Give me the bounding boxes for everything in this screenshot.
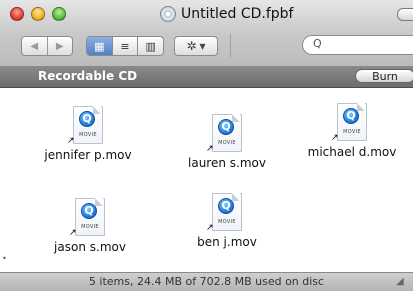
forward-arrow-icon[interactable]: ▶ bbox=[48, 41, 73, 52]
resize-grip-icon[interactable]: ◢ bbox=[396, 276, 404, 287]
view-mode-control: ▦ ≡ ▥ bbox=[86, 36, 164, 56]
movie-caption: MOVIE bbox=[79, 132, 97, 138]
file-item[interactable]: Q MOVIE ↗ jennifer p.mov bbox=[33, 106, 143, 162]
file-name: jennifer p.mov bbox=[44, 148, 132, 162]
file-item[interactable]: Q MOVIE ↗ ben j.mov bbox=[172, 193, 282, 249]
cd-icon bbox=[160, 6, 176, 22]
movie-file-icon: Q MOVIE ↗ bbox=[331, 103, 367, 143]
doc-fold bbox=[232, 114, 240, 122]
file-name: lauren s.mov bbox=[188, 156, 266, 170]
search-icon: Q bbox=[313, 37, 322, 50]
file-area: • Q MOVIE ↗ jennifer p.mov Q MOVIE ↗ lau… bbox=[0, 88, 413, 272]
file-item[interactable]: Q MOVIE ↗ michael d.mov bbox=[297, 103, 407, 159]
quicktime-icon: Q bbox=[81, 203, 97, 219]
alias-arrow-icon: ↗ bbox=[67, 136, 75, 146]
file-item[interactable]: Q MOVIE ↗ jason s.mov bbox=[35, 198, 145, 254]
movie-caption: MOVIE bbox=[218, 140, 236, 146]
titlebar: Untitled CD.fpbf ◀ ▶ ▦ ≡ ▥ ✲ ▾ Q bbox=[0, 0, 413, 67]
movie-file-icon: Q MOVIE ↗ bbox=[67, 106, 103, 146]
movie-caption: MOVIE bbox=[343, 129, 361, 135]
window-title: Untitled CD.fpbf bbox=[160, 5, 293, 23]
icon-view-icon[interactable]: ▦ bbox=[87, 37, 112, 55]
movie-caption: MOVIE bbox=[218, 219, 236, 225]
file-name: michael d.mov bbox=[307, 145, 397, 159]
finder-window: Untitled CD.fpbf ◀ ▶ ▦ ≡ ▥ ✲ ▾ Q Recorda… bbox=[0, 0, 413, 291]
quicktime-icon: Q bbox=[218, 198, 234, 214]
close-button[interactable] bbox=[10, 7, 24, 21]
burn-button[interactable]: Burn bbox=[355, 69, 413, 83]
minimize-button[interactable] bbox=[31, 7, 45, 21]
doc-fold bbox=[232, 193, 240, 201]
alias-arrow-icon: ↗ bbox=[206, 223, 214, 233]
quicktime-icon: Q bbox=[343, 108, 359, 124]
doc-fold bbox=[93, 106, 101, 114]
status-bar: 5 items, 24.4 MB of 702.8 MB used on dis… bbox=[0, 272, 413, 291]
column-view-icon[interactable]: ▥ bbox=[138, 37, 163, 55]
alias-arrow-icon: ↗ bbox=[331, 133, 339, 143]
doc-fold bbox=[95, 198, 103, 206]
quicktime-icon: Q bbox=[218, 119, 234, 135]
file-name: jason s.mov bbox=[54, 240, 126, 254]
movie-file-icon: Q MOVIE ↗ bbox=[206, 114, 242, 154]
gear-icon: ✲ bbox=[186, 39, 197, 53]
action-menu-button[interactable]: ✲ ▾ bbox=[174, 36, 218, 56]
movie-caption: MOVIE bbox=[81, 224, 99, 230]
list-view-icon[interactable]: ≡ bbox=[113, 37, 138, 55]
recordable-cd-bar: Recordable CD Burn bbox=[0, 66, 413, 88]
back-arrow-icon[interactable]: ◀ bbox=[22, 41, 47, 52]
alias-arrow-icon: ↗ bbox=[69, 228, 77, 238]
chevron-down-icon: ▾ bbox=[199, 39, 206, 53]
file-name: ben j.mov bbox=[197, 235, 257, 249]
cd-bar-label: Recordable CD bbox=[38, 69, 138, 83]
back-forward-control: ◀ ▶ bbox=[21, 36, 73, 56]
toolbar-divider bbox=[230, 34, 231, 58]
file-item[interactable]: Q MOVIE ↗ lauren s.mov bbox=[172, 114, 282, 170]
quicktime-icon: Q bbox=[79, 111, 95, 127]
doc-fold bbox=[357, 103, 365, 111]
toolbar-toggle-button[interactable] bbox=[397, 8, 413, 21]
alias-arrow-icon: ↗ bbox=[206, 144, 214, 154]
movie-file-icon: Q MOVIE ↗ bbox=[69, 198, 105, 238]
movie-file-icon: Q MOVIE ↗ bbox=[206, 193, 242, 233]
window-controls bbox=[10, 7, 66, 21]
resize-handle-icon[interactable]: • bbox=[2, 254, 7, 263]
zoom-button[interactable] bbox=[52, 7, 66, 21]
window-title-text: Untitled CD.fpbf bbox=[181, 6, 294, 22]
search-input[interactable]: Q bbox=[302, 35, 413, 55]
status-text: 5 items, 24.4 MB of 702.8 MB used on dis… bbox=[88, 275, 325, 288]
